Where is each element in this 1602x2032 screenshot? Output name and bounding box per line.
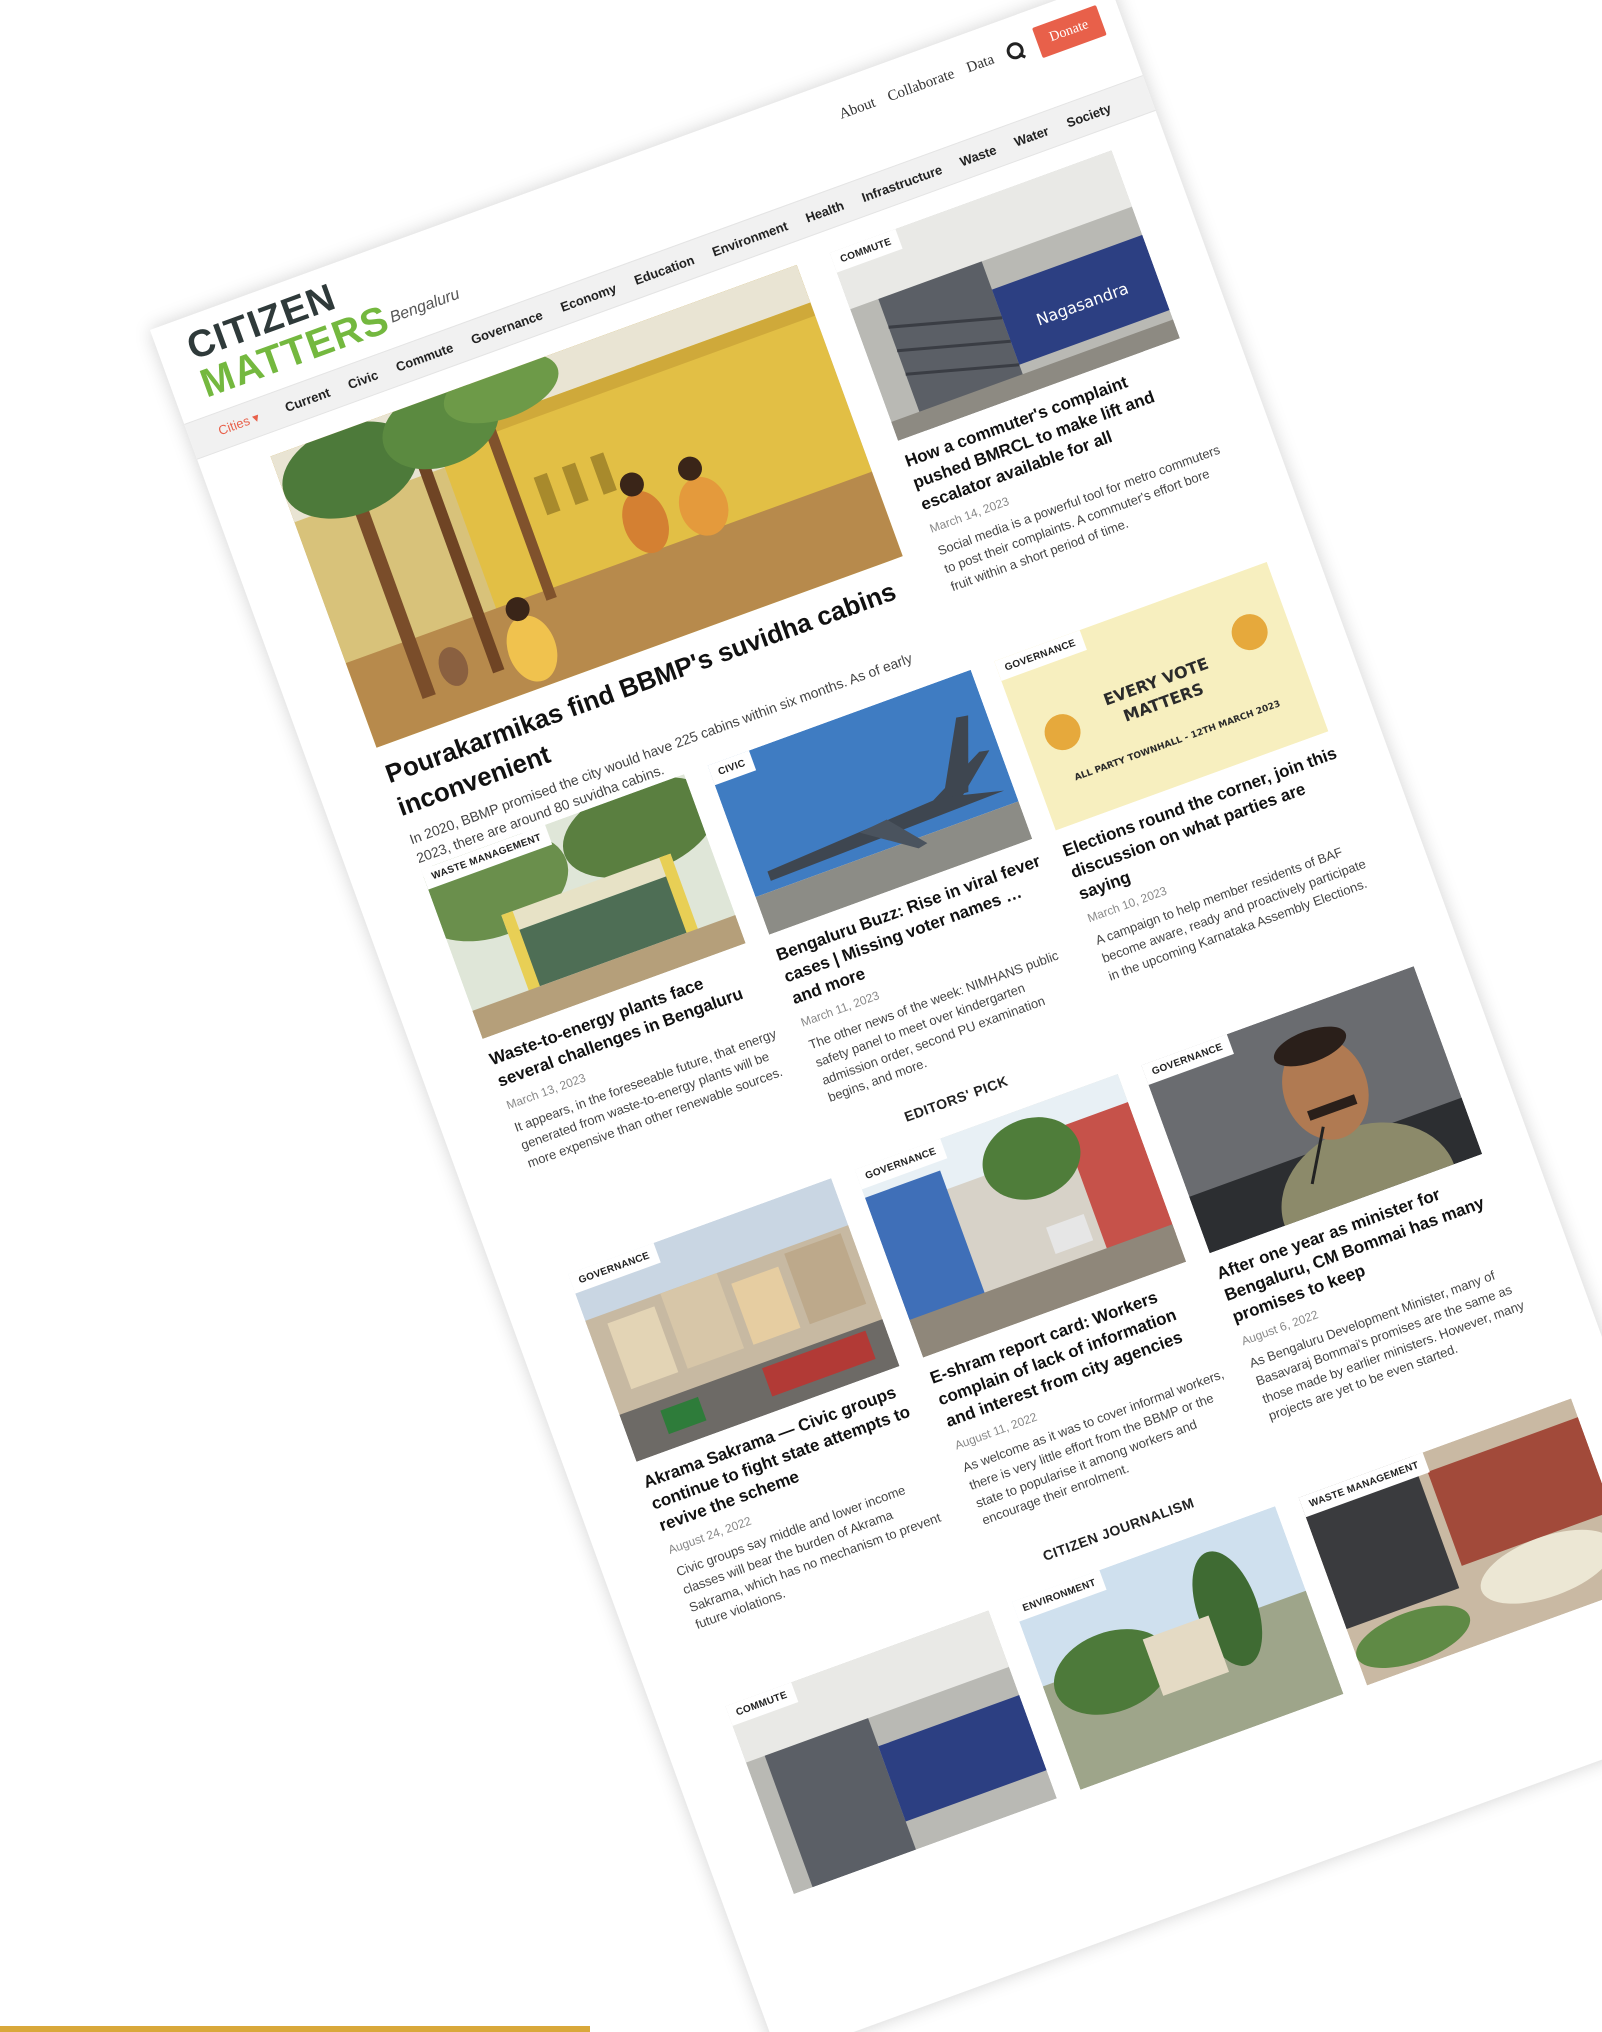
- accent-line: [0, 2026, 590, 2032]
- nav-link-data[interactable]: Data: [964, 51, 996, 77]
- nav-item-health[interactable]: Health: [794, 194, 855, 229]
- nav-item-waste[interactable]: Waste: [948, 138, 1007, 172]
- editors-pick-title: EDITORS' PICK: [902, 1072, 1011, 1125]
- nav-item-civic[interactable]: Civic: [336, 363, 389, 395]
- nav-link-about[interactable]: About: [837, 94, 878, 123]
- story-image[interactable]: WASTE MANAGEMENT: [1298, 1398, 1602, 1686]
- search-icon[interactable]: [1004, 40, 1027, 63]
- screenshot-stage: CITIZEN MATTERS Bengaluru About Collabor…: [0, 0, 1602, 2032]
- waste-site-photo: [1298, 1398, 1602, 1686]
- nav-item-water[interactable]: Water: [1003, 119, 1060, 152]
- nav-link-collaborate[interactable]: Collaborate: [885, 66, 957, 106]
- logo-location: Bengaluru: [387, 285, 463, 327]
- metro-photo: [725, 1610, 1057, 1895]
- citizen-journalism-card[interactable]: COMMUTE: [725, 1610, 1057, 1895]
- cities-label: Cities: [216, 412, 252, 439]
- web-page: CITIZEN MATTERS Bengaluru About Collabor…: [150, 0, 1602, 2032]
- citizen-journalism-card[interactable]: WASTE MANAGEMENT: [1298, 1398, 1602, 1686]
- nav-item-society[interactable]: Society: [1055, 97, 1122, 134]
- story-image[interactable]: COMMUTE: [725, 1610, 1057, 1895]
- chevron-down-icon: ▾: [250, 409, 262, 426]
- donate-button[interactable]: Donate: [1031, 4, 1107, 59]
